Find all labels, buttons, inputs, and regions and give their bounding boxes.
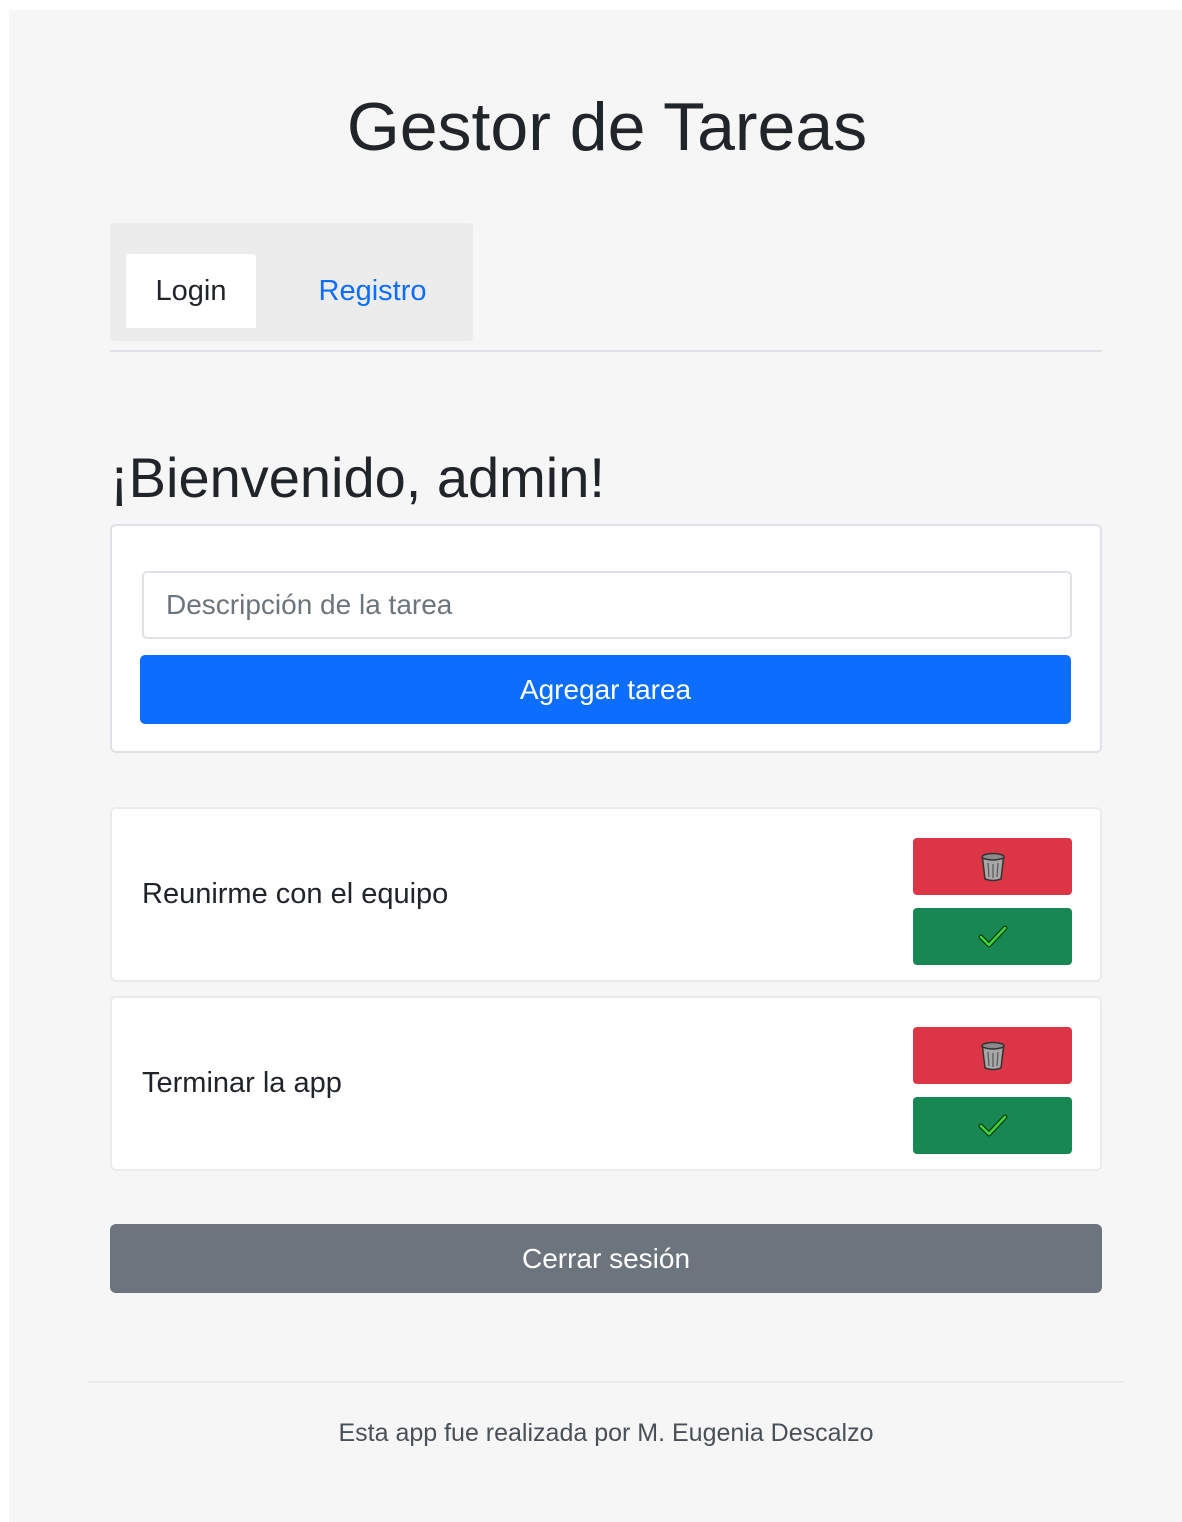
tab-login[interactable]: Login	[126, 254, 256, 328]
welcome-heading: ¡Bienvenido, admin!	[110, 446, 605, 509]
check-icon	[978, 1114, 1007, 1136]
tab-registro[interactable]: Registro	[285, 254, 460, 328]
tab-group: Login Registro	[110, 223, 473, 341]
trash-icon	[980, 852, 1005, 881]
logout-button[interactable]: Cerrar sesión	[110, 1224, 1102, 1293]
complete-task-button[interactable]	[913, 1097, 1072, 1154]
complete-task-button[interactable]	[913, 908, 1072, 965]
page-title: Gestor de Tareas	[346, 89, 868, 165]
page: Gestor de Tareas Login Registro ¡Bienven…	[9, 10, 1182, 1522]
check-icon	[978, 925, 1007, 947]
trash-icon	[980, 1041, 1005, 1070]
delete-task-button[interactable]	[913, 838, 1072, 895]
task-item: Reunirme con el equipo	[110, 807, 1102, 982]
task-item: Terminar la app	[110, 996, 1102, 1171]
footer-credit: Esta app fue realizada por M. Eugenia De…	[338, 1419, 874, 1447]
footer: Esta app fue realizada por M. Eugenia De…	[88, 1381, 1124, 1486]
task-form: Agregar tarea	[110, 524, 1102, 753]
delete-task-button[interactable]	[913, 1027, 1072, 1084]
auth-tabs: Login Registro	[110, 223, 1102, 352]
task-text: Terminar la app	[142, 1067, 342, 1099]
task-description-input[interactable]	[142, 571, 1072, 639]
task-text: Reunirme con el equipo	[142, 878, 449, 910]
add-task-button[interactable]: Agregar tarea	[140, 655, 1071, 724]
